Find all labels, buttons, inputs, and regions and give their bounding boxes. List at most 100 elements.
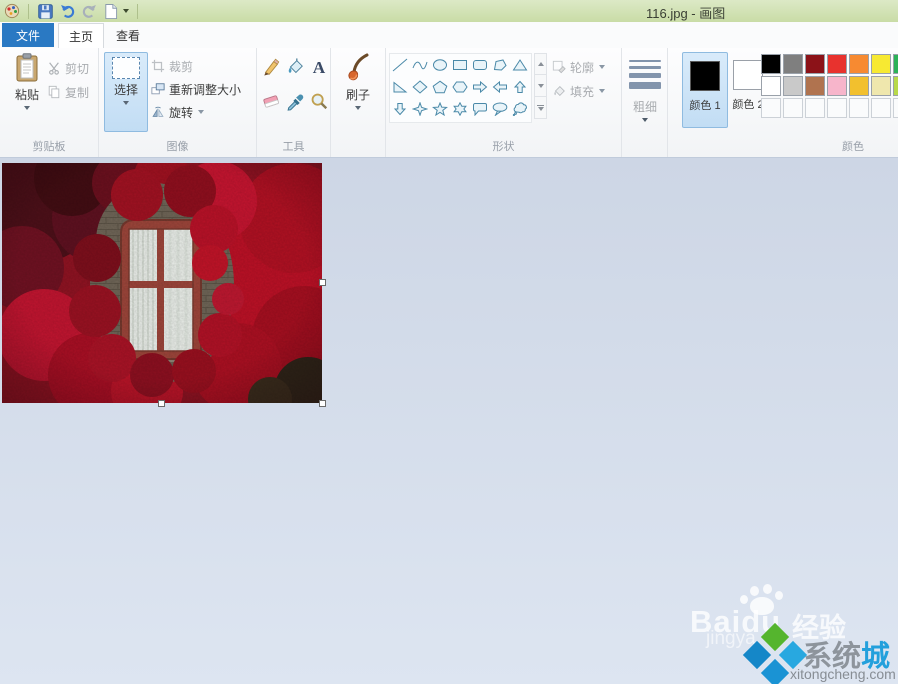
fill-button[interactable]: 填充: [552, 81, 605, 101]
shape-rectangle-icon[interactable]: [450, 54, 469, 76]
undo-icon[interactable]: [59, 3, 76, 19]
group-label-clipboard: 剪贴板: [0, 138, 98, 154]
shape-arrow-up-icon[interactable]: [510, 76, 529, 98]
palette-swatch[interactable]: [783, 54, 803, 74]
group-colors: 颜色 1 颜色 2 颜色: [668, 48, 898, 157]
tab-home[interactable]: 主页: [58, 23, 104, 48]
group-size: 粗细: [622, 48, 668, 157]
fill-icon: [552, 84, 566, 98]
palette-swatch[interactable]: [871, 76, 891, 96]
eraser-icon[interactable]: [260, 90, 282, 112]
magnifier-icon[interactable]: [308, 90, 330, 112]
shapes-more-icon[interactable]: [534, 97, 547, 119]
copy-label: 复制: [65, 84, 89, 101]
resize-handle-corner[interactable]: [319, 400, 326, 407]
select-button[interactable]: 选择: [104, 52, 148, 132]
crop-label: 裁剪: [169, 58, 193, 75]
palette-swatch[interactable]: [849, 76, 869, 96]
brushes-button[interactable]: 刷子: [336, 52, 380, 132]
paint-app-icon[interactable]: [4, 3, 20, 19]
outline-button[interactable]: 轮廓: [552, 57, 605, 77]
rotate-button[interactable]: 旋转: [151, 102, 204, 122]
text-icon[interactable]: A: [308, 56, 330, 78]
new-document-icon[interactable]: [103, 3, 118, 20]
shapes-scroll-down-icon[interactable]: [534, 75, 547, 97]
palette-swatch[interactable]: [893, 54, 898, 74]
color-picker-icon[interactable]: [284, 90, 306, 112]
shape-diamond-icon[interactable]: [410, 76, 429, 98]
shape-star-6-icon[interactable]: [450, 98, 469, 120]
rotate-label: 旋转: [169, 104, 193, 121]
shape-polygon-icon[interactable]: [490, 54, 509, 76]
crop-icon: [151, 59, 165, 73]
shape-callout-rounded-icon[interactable]: [470, 98, 489, 120]
resize-handle-right[interactable]: [319, 279, 326, 286]
color-palette: [760, 53, 898, 119]
customize-caret-icon[interactable]: [123, 9, 129, 13]
toolbar-separator: [28, 4, 29, 19]
palette-swatch[interactable]: [761, 76, 781, 96]
size-button[interactable]: 粗细: [622, 96, 668, 116]
toolbar-separator: [137, 4, 138, 19]
resize-handle-bottom[interactable]: [158, 400, 165, 407]
palette-swatch-empty[interactable]: [871, 98, 891, 118]
shape-right-triangle-icon[interactable]: [390, 76, 409, 98]
fill-bucket-icon[interactable]: [284, 56, 306, 78]
cut-label: 剪切: [65, 60, 89, 77]
palette-swatch-empty[interactable]: [849, 98, 869, 118]
palette-swatch-empty[interactable]: [761, 98, 781, 118]
redo-icon[interactable]: [81, 3, 98, 19]
shape-ellipse-icon[interactable]: [430, 54, 449, 76]
tab-view[interactable]: 查看: [106, 23, 150, 47]
palette-swatch-empty[interactable]: [893, 98, 898, 118]
color1-button[interactable]: 颜色 1: [682, 52, 728, 128]
shape-star-4-icon[interactable]: [410, 98, 429, 120]
ribbon-tab-row: 文件 主页 查看: [0, 22, 898, 48]
size-caret-icon[interactable]: [642, 118, 648, 122]
palette-swatch[interactable]: [827, 54, 847, 74]
color2-label: 颜色 2: [732, 96, 763, 112]
shape-hexagon-icon[interactable]: [450, 76, 469, 98]
crop-button[interactable]: 裁剪: [151, 56, 193, 76]
shape-callout-cloud-icon[interactable]: [510, 98, 529, 120]
size-label: 粗细: [633, 98, 657, 115]
shape-rounded-rectangle-icon[interactable]: [470, 54, 489, 76]
pencil-icon[interactable]: [260, 56, 282, 78]
palette-swatch[interactable]: [805, 54, 825, 74]
outline-caret-icon: [599, 65, 605, 69]
shape-triangle-icon[interactable]: [510, 54, 529, 76]
palette-swatch[interactable]: [849, 54, 869, 74]
shape-callout-oval-icon[interactable]: [490, 98, 509, 120]
shape-star-5-icon[interactable]: [430, 98, 449, 120]
shapes-grid: [389, 53, 532, 123]
shape-curve-icon[interactable]: [410, 54, 429, 76]
palette-swatch[interactable]: [827, 76, 847, 96]
shape-pentagon-icon[interactable]: [430, 76, 449, 98]
palette-swatch[interactable]: [761, 54, 781, 74]
canvas-image[interactable]: [2, 163, 322, 403]
paste-label: 粘贴: [15, 86, 39, 103]
resize-button[interactable]: 重新调整大小: [151, 79, 241, 99]
shape-arrow-down-icon[interactable]: [390, 98, 409, 120]
shape-line-icon[interactable]: [390, 54, 409, 76]
brushes-label: 刷子: [346, 86, 370, 103]
shapes-scroll-up-icon[interactable]: [534, 53, 547, 75]
paste-button[interactable]: 粘贴: [5, 52, 49, 132]
copy-button[interactable]: 复制: [47, 82, 89, 102]
tab-file[interactable]: 文件: [2, 23, 54, 47]
palette-swatch[interactable]: [871, 54, 891, 74]
shape-arrow-right-icon[interactable]: [470, 76, 489, 98]
cut-button[interactable]: 剪切: [47, 58, 89, 78]
save-icon[interactable]: [37, 3, 54, 20]
palette-swatch-empty[interactable]: [827, 98, 847, 118]
palette-swatch-empty[interactable]: [805, 98, 825, 118]
palette-swatch-empty[interactable]: [783, 98, 803, 118]
group-label-colors: 颜色: [798, 138, 898, 154]
outline-icon: [552, 60, 566, 74]
shape-arrow-left-icon[interactable]: [490, 76, 509, 98]
group-image: 选择 裁剪 重新调整大小 旋转 图像: [99, 48, 257, 157]
fill-label: 填充: [570, 83, 594, 100]
palette-swatch[interactable]: [783, 76, 803, 96]
palette-swatch[interactable]: [805, 76, 825, 96]
palette-swatch[interactable]: [893, 76, 898, 96]
